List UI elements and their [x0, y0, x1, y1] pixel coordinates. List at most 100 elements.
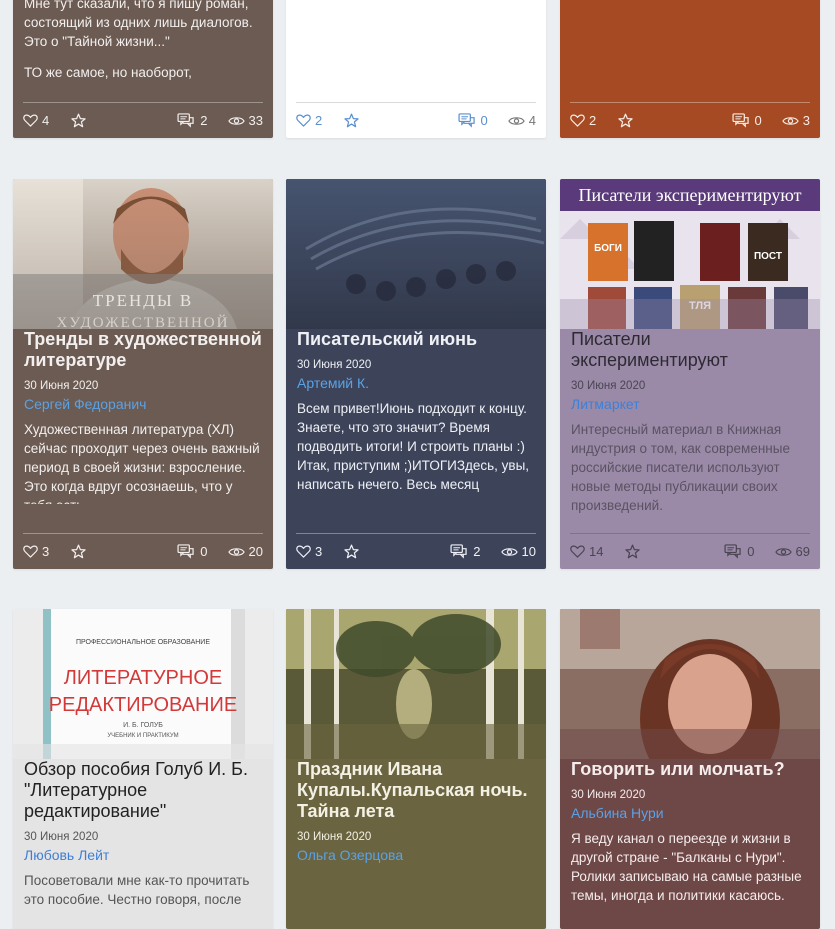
heart-icon — [570, 114, 585, 127]
card-title[interactable]: Говорить или молчать? — [571, 759, 809, 780]
comment-icon — [450, 544, 469, 559]
card-title[interactable]: Праздник Ивана Купалы.Купальская ночь. Т… — [297, 759, 535, 822]
card-date: 30 Июня 2020 — [24, 831, 99, 843]
card-excerpt: Художественная литература (ХЛ) сейчас пр… — [24, 422, 260, 504]
card-excerpt: Я веду канал о переезде и жизни в другой… — [571, 831, 802, 903]
views-counter: 3 — [782, 113, 810, 128]
comment-count: 2 — [473, 544, 481, 559]
view-count: 4 — [528, 113, 536, 128]
like-count: 2 — [315, 113, 323, 128]
eye-icon — [508, 115, 525, 127]
article-card[interactable]: Писатели экспериментируют БОГИ ПОСТ ТЛЯ … — [560, 179, 820, 569]
star-icon — [71, 113, 86, 128]
eye-icon — [775, 546, 792, 558]
article-card[interactable]: 2 0 3 — [560, 0, 820, 138]
views-counter: 4 — [508, 113, 536, 128]
heart-icon — [23, 545, 38, 558]
favorite-button[interactable] — [344, 113, 359, 128]
card-title[interactable]: Писатели экспериментируют — [571, 329, 809, 371]
star-icon — [625, 544, 640, 559]
author-link[interactable]: Любовь Лейт — [24, 847, 262, 863]
like-count: 14 — [589, 544, 604, 559]
cover-caption: ЛИТЕРАТУРНОЕ — [64, 667, 222, 689]
like-button[interactable]: 2 — [570, 113, 596, 128]
favorite-button[interactable] — [71, 113, 86, 128]
card-date: 30 Июня 2020 — [571, 789, 646, 801]
favorite-button[interactable] — [625, 544, 640, 559]
author-link[interactable]: Ольга Озерцова — [297, 847, 535, 863]
cover-caption: УЧЕБНИК И ПРАКТИКУМ — [107, 733, 178, 739]
like-button[interactable]: 2 — [296, 113, 322, 128]
cover-caption: ТРЕНДЫ В — [93, 291, 194, 310]
card-footer: 14 0 69 — [570, 533, 810, 569]
card-excerpt: Всем привет!Июнь подходит к концу. Знает… — [297, 401, 530, 492]
view-count: 10 — [521, 544, 536, 559]
author-link[interactable]: Артемий К. — [297, 375, 535, 391]
article-card[interactable]: 2 0 4 — [286, 0, 546, 138]
views-counter: 33 — [228, 113, 263, 128]
like-button[interactable]: 14 — [570, 544, 603, 559]
comment-icon — [732, 113, 751, 128]
card-cover-image — [560, 609, 820, 759]
favorite-button[interactable] — [71, 544, 86, 559]
card-cover-image — [286, 179, 546, 329]
eye-icon — [501, 546, 518, 558]
card-footer: 2 0 3 — [570, 102, 810, 138]
article-card[interactable]: Мне тут сказали, что я пишу роман, состо… — [13, 0, 273, 138]
comments-link[interactable]: 0 — [732, 113, 762, 128]
cover-caption: И. Б. ГОЛУБ — [123, 722, 163, 729]
article-card[interactable]: Говорить или молчать? 30 Июня 2020 Альби… — [560, 609, 820, 929]
comment-count: 0 — [754, 113, 762, 128]
comments-link[interactable]: 0 — [458, 113, 488, 128]
comments-link[interactable]: 0 — [177, 544, 208, 559]
like-count: 4 — [42, 113, 50, 128]
comment-count: 0 — [747, 544, 755, 559]
card-date: 30 Июня 2020 — [297, 359, 372, 371]
view-count: 20 — [248, 544, 263, 559]
comment-count: 2 — [200, 113, 208, 128]
card-excerpt-continued: ТО же самое, но наоборот, — [24, 65, 192, 80]
author-link[interactable]: Литмаркет — [571, 396, 809, 412]
comment-icon — [177, 544, 196, 559]
like-button[interactable]: 3 — [296, 544, 322, 559]
favorite-button[interactable] — [344, 544, 359, 559]
book-label: ПОСТ — [754, 251, 782, 262]
comments-link[interactable]: 0 — [724, 544, 755, 559]
like-button[interactable]: 4 — [23, 113, 49, 128]
article-card[interactable]: ПРОФЕССИОНАЛЬНОЕ ОБРАЗОВАНИЕ ЛИТЕРАТУРНО… — [13, 609, 273, 929]
author-link[interactable]: Альбина Нури — [571, 805, 809, 821]
author-link[interactable]: Сергей Федоранич — [24, 396, 262, 412]
comment-icon — [177, 113, 196, 128]
favorite-button[interactable] — [618, 113, 633, 128]
like-button[interactable]: 3 — [23, 544, 49, 559]
comments-link[interactable]: 2 — [450, 544, 481, 559]
card-footer: 2 0 4 — [296, 102, 536, 138]
star-icon — [344, 544, 359, 559]
card-title[interactable]: Писательский июнь — [297, 329, 535, 350]
card-footer: 3 0 20 — [23, 533, 263, 569]
card-cover-image: Писатели экспериментируют БОГИ ПОСТ ТЛЯ — [560, 179, 820, 329]
star-icon — [344, 113, 359, 128]
eye-icon — [228, 546, 245, 558]
views-counter: 20 — [228, 544, 263, 559]
comment-icon — [458, 113, 477, 128]
view-count: 33 — [248, 113, 263, 128]
article-card[interactable]: Писательский июнь 30 Июня 2020 Артемий К… — [286, 179, 546, 569]
article-card[interactable]: Праздник Ивана Купалы.Купальская ночь. Т… — [286, 609, 546, 929]
heart-icon — [296, 114, 311, 127]
comment-count: 0 — [200, 544, 208, 559]
comment-count: 0 — [480, 113, 488, 128]
view-count: 69 — [795, 544, 810, 559]
card-footer: 3 2 10 — [296, 533, 536, 569]
card-title[interactable]: Тренды в художественной литературе — [24, 329, 262, 371]
card-cover-image: ПРОФЕССИОНАЛЬНОЕ ОБРАЗОВАНИЕ ЛИТЕРАТУРНО… — [13, 609, 273, 759]
comments-link[interactable]: 2 — [177, 113, 208, 128]
article-card[interactable]: ТРЕНДЫ В ХУДОЖЕСТВЕННОЙ Тренды в художес… — [13, 179, 273, 569]
book-label: БОГИ — [594, 243, 622, 254]
cover-banner: Писатели экспериментируют — [579, 185, 802, 205]
card-title[interactable]: Обзор пособия Голуб И. Б. "Литературное … — [24, 759, 262, 822]
eye-icon — [782, 115, 799, 127]
card-date: 30 Июня 2020 — [571, 380, 646, 392]
star-icon — [618, 113, 633, 128]
cover-caption: РЕДАКТИРОВАНИЕ — [49, 694, 237, 716]
